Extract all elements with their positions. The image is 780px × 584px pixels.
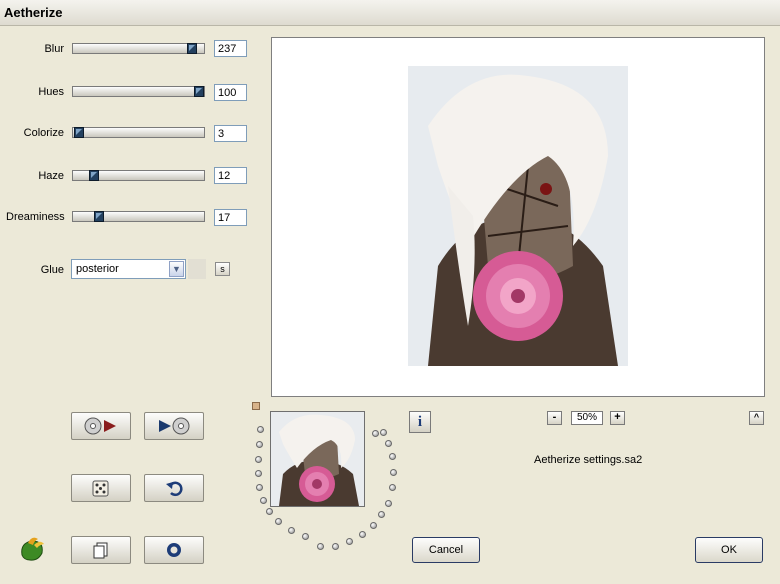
navigator-dot[interactable]: [255, 470, 262, 477]
blur-label: Blur: [44, 43, 64, 55]
colorize-label: Colorize: [23, 127, 64, 139]
navigator-corner-handle[interactable]: [252, 402, 260, 410]
undo-icon: [166, 481, 183, 497]
scroll-up-button[interactable]: ^: [749, 411, 764, 425]
window-title: Aetherize: [4, 5, 63, 20]
randomize-button[interactable]: [71, 474, 131, 502]
glue-label: Glue: [40, 264, 64, 276]
navigator-thumbnail[interactable]: [270, 411, 365, 507]
cancel-button[interactable]: Cancel: [412, 537, 480, 563]
navigator-dot[interactable]: [255, 456, 262, 463]
navigator-dot[interactable]: [275, 518, 282, 525]
preview-image: [408, 66, 628, 366]
colorize-value-field[interactable]: 3: [214, 125, 247, 142]
navigator-dot[interactable]: [288, 527, 295, 534]
preview-canvas[interactable]: [271, 37, 765, 397]
play-disc-icon: [159, 417, 190, 435]
blur-value-field[interactable]: 237: [214, 40, 247, 57]
navigator-dot[interactable]: [390, 469, 397, 476]
navigator-dot[interactable]: [260, 497, 267, 504]
circle-icon: [167, 543, 181, 557]
navigator-dot[interactable]: [372, 430, 379, 437]
page-icon: [93, 542, 108, 559]
hues-slider-thumb[interactable]: [194, 86, 204, 97]
load-preset-button[interactable]: [71, 412, 131, 440]
glue-s-button[interactable]: s: [215, 262, 230, 276]
dice-icon: [92, 480, 109, 497]
zoom-in-button[interactable]: +: [610, 411, 625, 425]
hues-value-field[interactable]: 100: [214, 84, 247, 101]
navigator-dot[interactable]: [346, 538, 353, 545]
title-bar: Aetherize: [0, 0, 780, 26]
colorize-slider[interactable]: [72, 127, 205, 138]
navigator-dot[interactable]: [370, 522, 377, 529]
haze-slider[interactable]: [72, 170, 205, 181]
haze-slider-thumb[interactable]: [89, 170, 99, 181]
dreaminess-slider[interactable]: [72, 211, 205, 222]
reset-button[interactable]: [144, 474, 204, 502]
glue-swatch: [188, 259, 206, 279]
disc-play-icon: [84, 417, 116, 435]
navigator-dot[interactable]: [359, 531, 366, 538]
dreaminess-value-field[interactable]: 17: [214, 209, 247, 226]
save-preset-button[interactable]: [144, 412, 204, 440]
glue-selected-value: posterior: [76, 263, 119, 275]
colorize-slider-thumb[interactable]: [74, 127, 84, 138]
zoom-out-button[interactable]: -: [547, 411, 562, 425]
navigator-dot[interactable]: [378, 511, 385, 518]
glue-dropdown[interactable]: posterior ▼: [71, 259, 186, 279]
hues-label: Hues: [38, 86, 64, 98]
zoom-level: 50%: [571, 411, 603, 425]
dreaminess-slider-thumb[interactable]: [94, 211, 104, 222]
ok-button[interactable]: OK: [695, 537, 763, 563]
dreaminess-label: Dreaminess: [6, 211, 65, 223]
navigator-dot[interactable]: [385, 500, 392, 507]
navigator-dot[interactable]: [266, 508, 273, 515]
navigator-dot[interactable]: [256, 441, 263, 448]
navigator-dot[interactable]: [302, 533, 309, 540]
app-logo-icon: [18, 535, 46, 566]
haze-value-field[interactable]: 12: [214, 167, 247, 184]
blur-slider[interactable]: [72, 43, 205, 54]
navigator-dot[interactable]: [257, 426, 264, 433]
blur-slider-thumb[interactable]: [187, 43, 197, 54]
navigator-dot[interactable]: [256, 484, 263, 491]
record-button[interactable]: [144, 536, 204, 564]
navigator-dot[interactable]: [389, 453, 396, 460]
haze-label: Haze: [38, 170, 64, 182]
chevron-down-icon[interactable]: ▼: [169, 261, 184, 277]
info-button[interactable]: i: [409, 411, 431, 433]
navigator-dot[interactable]: [385, 440, 392, 447]
navigator-dot[interactable]: [332, 543, 339, 550]
thumbnail-image: [271, 412, 364, 506]
hues-slider[interactable]: [72, 86, 205, 97]
navigator-dot[interactable]: [380, 429, 387, 436]
navigator-dot[interactable]: [317, 543, 324, 550]
copy-button[interactable]: [71, 536, 131, 564]
settings-filename: Aetherize settings.sa2: [534, 454, 643, 466]
navigator-dot[interactable]: [389, 484, 396, 491]
